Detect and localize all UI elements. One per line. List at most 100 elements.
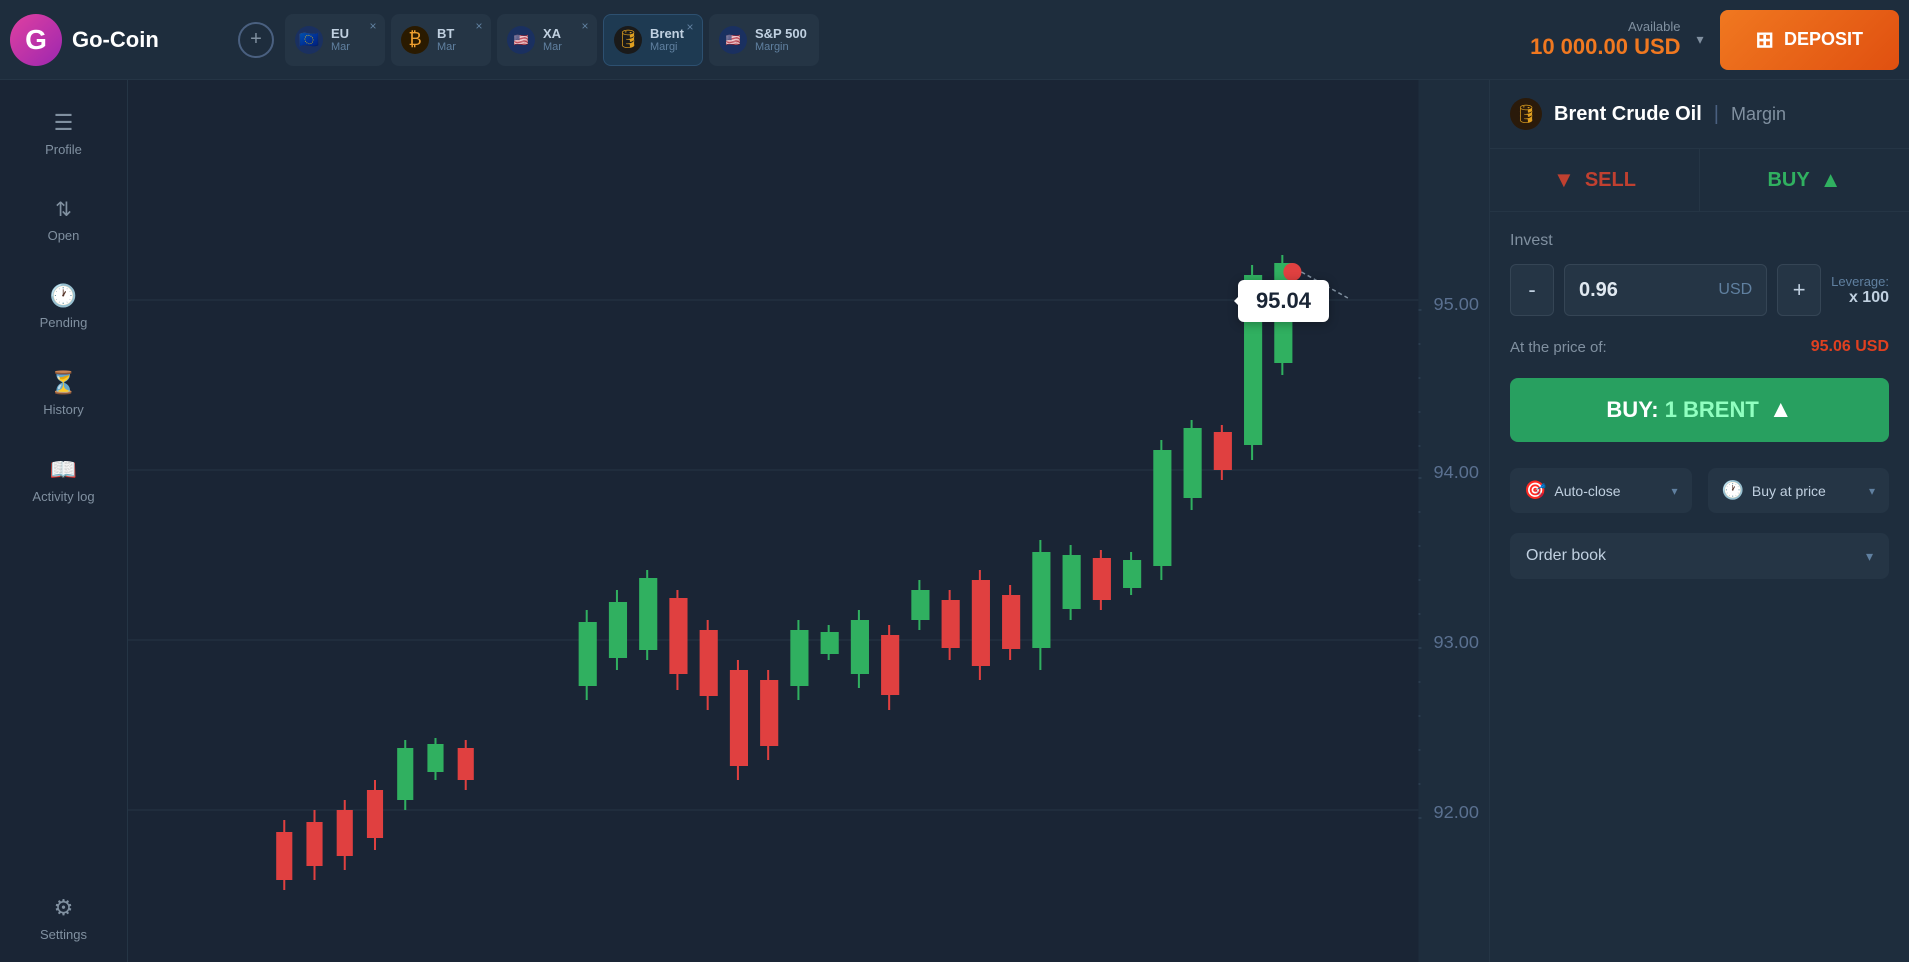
tab-brent-icon: 🛢 bbox=[614, 26, 642, 54]
options-section: 🎯 Auto-close ▾ 🕐 Buy at price ▾ bbox=[1490, 458, 1909, 523]
svg-text:95.00: 95.00 bbox=[1434, 294, 1479, 314]
leverage-area: Leverage: x 100 bbox=[1831, 274, 1889, 307]
invest-section: Invest - 0.96 USD + Leverage: x 100 bbox=[1490, 212, 1909, 326]
sidebar-item-pending[interactable]: 🕐 Pending bbox=[0, 265, 127, 348]
sidebar-label-pending: Pending bbox=[40, 315, 88, 330]
sell-tab[interactable]: ▼ SELL bbox=[1490, 149, 1700, 211]
tab-xau[interactable]: 🇺🇸 XA Mar × bbox=[497, 14, 597, 66]
auto-close-option[interactable]: 🎯 Auto-close ▾ bbox=[1510, 468, 1692, 513]
candlestick-chart: 95.00 94.00 93.00 92.00 bbox=[128, 80, 1489, 962]
app-name: Go-Coin bbox=[72, 27, 159, 53]
tab-brent-name: Brent bbox=[650, 26, 684, 41]
main-layout: ☰ Profile ⇅ Open 🕐 Pending ⏳ History 📖 A… bbox=[0, 80, 1909, 962]
sidebar-label-settings: Settings bbox=[40, 927, 87, 942]
svg-text:94.00: 94.00 bbox=[1434, 462, 1479, 482]
tab-eu-close[interactable]: × bbox=[365, 18, 381, 34]
buy-button-arrow-icon: ▲ bbox=[1769, 396, 1793, 424]
available-section: Available 10 000.00 USD bbox=[1530, 19, 1680, 60]
invest-label: Invest bbox=[1510, 232, 1889, 250]
sidebar-item-open[interactable]: ⇅ Open bbox=[0, 179, 127, 261]
chart-area: 95.00 94.00 93.00 92.00 bbox=[128, 80, 1489, 962]
buy-brent-button[interactable]: BUY: 1 BRENT ▲ bbox=[1510, 378, 1889, 442]
asset-type: Margin bbox=[1731, 104, 1786, 125]
auto-close-label: Auto-close bbox=[1554, 483, 1663, 499]
order-book-section: Order book ▾ bbox=[1490, 523, 1909, 589]
open-icon: ⇅ bbox=[55, 197, 72, 222]
tab-brent-close[interactable]: × bbox=[682, 19, 698, 35]
auto-close-icon: 🎯 bbox=[1524, 480, 1546, 501]
leverage-label: Leverage: bbox=[1831, 274, 1889, 289]
header-right: Available 10 000.00 USD ▾ ⊞ DEPOSIT bbox=[1530, 10, 1899, 70]
buy-at-price-dropdown-icon: ▾ bbox=[1869, 484, 1875, 498]
sell-arrow-icon: ▼ bbox=[1553, 167, 1575, 193]
available-label: Available bbox=[1530, 19, 1680, 34]
deposit-button[interactable]: ⊞ DEPOSIT bbox=[1720, 10, 1899, 70]
sidebar-label-profile: Profile bbox=[45, 142, 82, 157]
invest-controls: - 0.96 USD + Leverage: x 100 bbox=[1510, 264, 1889, 316]
sidebar-item-profile[interactable]: ☰ Profile bbox=[0, 92, 127, 175]
buy-quantity: 1 BRENT bbox=[1665, 397, 1759, 422]
sidebar: ☰ Profile ⇅ Open 🕐 Pending ⏳ History 📖 A… bbox=[0, 80, 128, 962]
sidebar-item-activity[interactable]: 📖 Activity log bbox=[0, 439, 127, 522]
tab-sp500-sub: Margin bbox=[755, 41, 807, 53]
pending-icon: 🕐 bbox=[50, 283, 77, 309]
price-at-label: At the price of: bbox=[1510, 339, 1607, 356]
tab-xau-name: XA bbox=[543, 26, 562, 41]
asset-divider: | bbox=[1714, 103, 1719, 126]
deposit-label: DEPOSIT bbox=[1784, 29, 1863, 50]
buy-label: BUY bbox=[1767, 169, 1809, 192]
tab-xau-sub: Mar bbox=[543, 41, 562, 53]
tab-eu[interactable]: 🇪🇺 EU Mar × bbox=[285, 14, 385, 66]
history-icon: ⏳ bbox=[50, 370, 77, 396]
right-panel: 🛢 Brent Crude Oil | Margin ▼ SELL BUY ▲ … bbox=[1489, 80, 1909, 962]
sidebar-label-open: Open bbox=[48, 228, 80, 243]
tab-eu-sub: Mar bbox=[331, 41, 350, 53]
logo-icon: G bbox=[10, 14, 62, 66]
buy-at-price-label: Buy at price bbox=[1752, 483, 1861, 499]
buy-at-price-option[interactable]: 🕐 Buy at price ▾ bbox=[1708, 468, 1890, 513]
profile-icon: ☰ bbox=[54, 110, 74, 136]
tab-btc-sub: Mar bbox=[437, 41, 456, 53]
tab-btc-icon: ₿ bbox=[401, 26, 429, 54]
header: G Go-Coin + 🇪🇺 EU Mar × ₿ BT Mar × 🇺🇸 bbox=[0, 0, 1909, 80]
buy-arrow-icon: ▲ bbox=[1820, 167, 1842, 193]
sidebar-item-settings[interactable]: ⚙ Settings bbox=[0, 877, 127, 960]
invest-value: 0.96 bbox=[1579, 279, 1718, 302]
invest-input-area[interactable]: 0.96 USD bbox=[1564, 264, 1767, 316]
tab-brent-sub: Margi bbox=[650, 41, 684, 53]
svg-text:92.00: 92.00 bbox=[1434, 802, 1479, 822]
invest-minus-button[interactable]: - bbox=[1510, 264, 1554, 316]
tab-btc[interactable]: ₿ BT Mar × bbox=[391, 14, 491, 66]
tab-xau-close[interactable]: × bbox=[577, 18, 593, 34]
current-price-value: 95.04 bbox=[1256, 288, 1311, 313]
sidebar-label-history: History bbox=[43, 402, 83, 417]
price-tooltip: 95.04 bbox=[1238, 280, 1329, 322]
invest-plus-button[interactable]: + bbox=[1777, 264, 1821, 316]
tab-sp500[interactable]: 🇺🇸 S&P 500 Margin bbox=[709, 14, 819, 66]
add-tab-button[interactable]: + bbox=[238, 22, 274, 58]
order-book-header[interactable]: Order book ▾ bbox=[1510, 533, 1889, 579]
tab-eu-name: EU bbox=[331, 26, 350, 41]
leverage-value: x 100 bbox=[1849, 289, 1889, 307]
sell-label: SELL bbox=[1585, 169, 1636, 192]
buy-at-price-icon: 🕐 bbox=[1722, 480, 1744, 501]
settings-icon: ⚙ bbox=[54, 895, 74, 921]
asset-oil-icon: 🛢 bbox=[1510, 98, 1542, 130]
order-book-label: Order book bbox=[1526, 547, 1606, 565]
sidebar-label-activity: Activity log bbox=[32, 489, 94, 504]
order-book-dropdown-icon: ▾ bbox=[1866, 548, 1873, 565]
tab-sp500-name: S&P 500 bbox=[755, 26, 807, 41]
buy-tab[interactable]: BUY ▲ bbox=[1700, 149, 1909, 211]
activity-icon: 📖 bbox=[50, 457, 77, 483]
tab-btc-close[interactable]: × bbox=[471, 18, 487, 34]
tab-brent[interactable]: 🛢 Brent Margi × bbox=[603, 14, 703, 66]
logo-area: G Go-Coin bbox=[10, 14, 230, 66]
auto-close-dropdown-icon: ▾ bbox=[1671, 484, 1677, 498]
available-dropdown-icon[interactable]: ▾ bbox=[1697, 31, 1704, 48]
sidebar-item-history[interactable]: ⏳ History bbox=[0, 352, 127, 435]
price-info: At the price of: 95.06 USD bbox=[1490, 326, 1909, 368]
svg-text:93.00: 93.00 bbox=[1434, 632, 1479, 652]
buy-button-prefix: BUY: 1 BRENT bbox=[1606, 397, 1758, 423]
available-amount: 10 000.00 USD bbox=[1530, 34, 1680, 60]
tab-btc-name: BT bbox=[437, 26, 456, 41]
